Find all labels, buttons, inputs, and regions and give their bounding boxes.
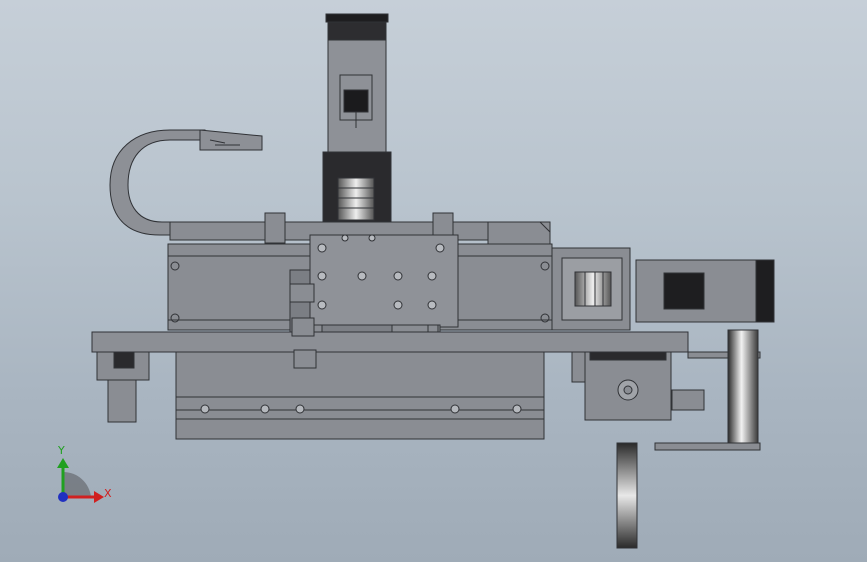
z-axis-dot [58,492,68,502]
horizontal-servo-motor [551,247,775,331]
left-foot-bracket [96,351,150,423]
cad-model-drawing: Y X [57,13,775,549]
bottom-roller [616,442,638,549]
y-axis-label: Y [57,444,65,457]
x-axis-label: X [104,487,112,500]
coordinate-triad: Y X [57,444,112,503]
sensor-blocks [289,283,317,369]
cad-viewport[interactable]: Y X [0,0,867,562]
vertical-servo-motor [322,13,392,225]
cable-drag-chain [109,129,266,236]
right-gearbox [571,351,705,421]
